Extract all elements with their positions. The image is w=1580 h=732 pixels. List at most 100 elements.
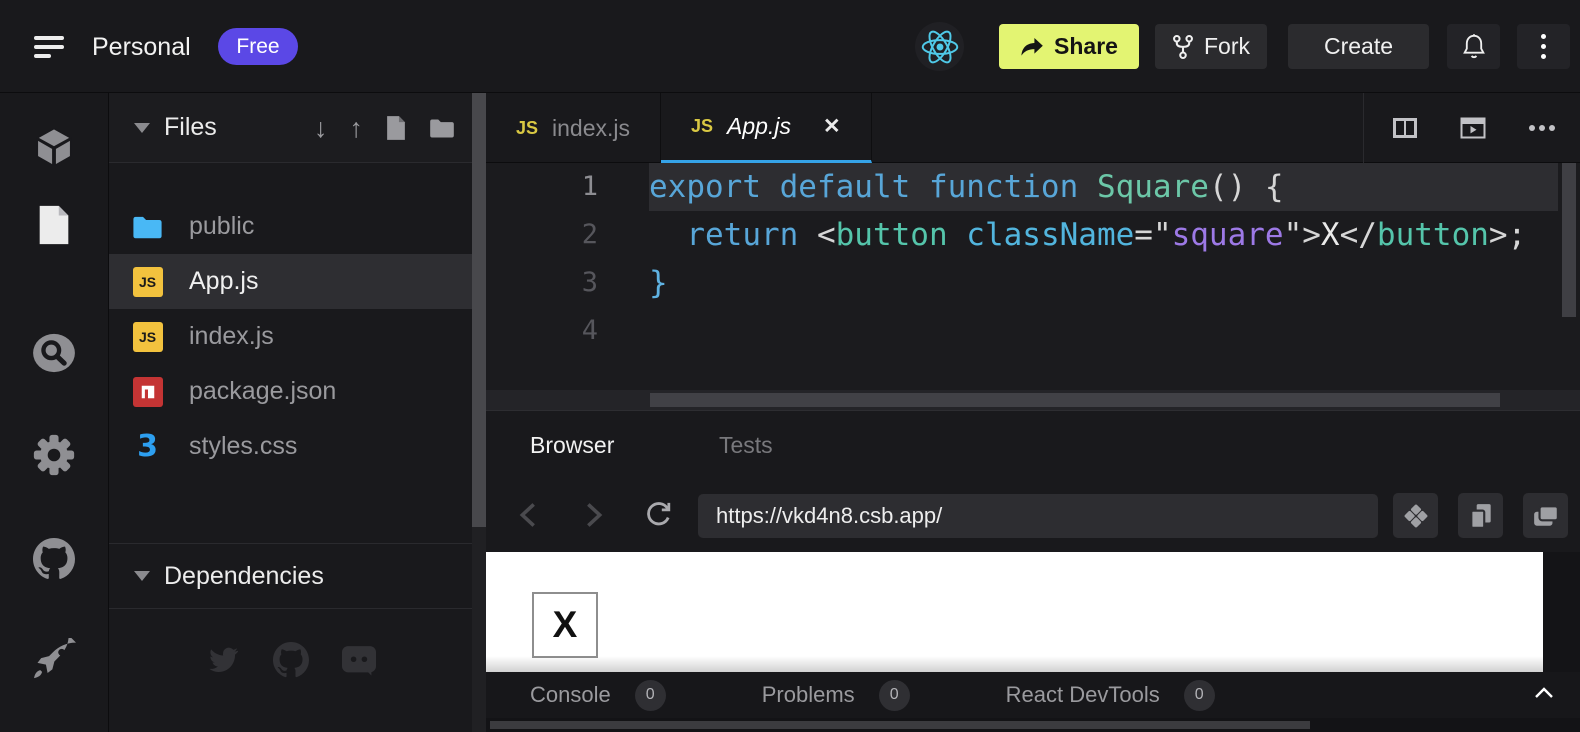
notifications-button[interactable] [1447,24,1500,69]
bell-icon [1462,33,1486,60]
search-icon[interactable] [32,331,76,375]
dependencies-section-title: Dependencies [164,562,324,591]
discord-icon[interactable] [340,641,378,679]
github-icon[interactable] [32,537,76,581]
file-item-public[interactable]: public [109,199,473,254]
files-section-title: Files [164,113,217,142]
code-line-3[interactable]: 3} [486,259,1558,307]
menu-icon[interactable] [34,36,64,58]
count-badge: 0 [1184,680,1215,711]
arrow-down-icon[interactable]: ↓ [314,113,328,144]
workspace-name[interactable]: Personal [92,33,191,62]
explorer-scrollbar-thumb[interactable] [472,93,486,527]
npm-icon [132,376,163,407]
folder-icon [132,211,163,242]
explorer-scrollbar[interactable] [472,93,486,732]
tab-label: index.js [552,115,630,142]
split-view-icon[interactable] [1392,117,1418,139]
file-name: public [189,212,254,241]
settings-gear-icon[interactable] [32,433,76,477]
share-button[interactable]: Share [999,24,1139,69]
sandbox-cube-icon[interactable] [32,125,76,169]
create-label: Create [1324,33,1393,60]
devtools-horizontal-scrollbar-thumb[interactable] [490,721,1310,729]
js-file-icon: JS [133,267,163,297]
devtools-tab-console[interactable]: Console0 [530,680,666,711]
tab-browser[interactable]: Browser [530,411,614,479]
editor-vertical-scrollbar[interactable] [1558,163,1580,390]
devtools-tabs: Console0Problems0React DevTools0 [486,680,1215,711]
file-list: public JS App.js JSindex.jspackage.json 3 sty… [109,199,473,474]
editor-toolbar [1363,93,1580,163]
editor-tab-bar: JS index.jsJS App.js ✕ [486,93,1580,163]
devtools-horizontal-scrollbar[interactable] [486,718,1580,732]
editor-tab-index.js[interactable]: JS index.js [486,93,661,163]
code-text: } [649,259,1558,307]
devtools-tab-react-devtools[interactable]: React DevTools 0 [1006,680,1215,711]
more-horizontal-icon[interactable] [1528,124,1556,132]
css-file-icon: 3 [137,429,158,464]
editor-tab-App.js[interactable]: JSApp.js✕ [661,93,872,163]
share-arrow-icon [1020,37,1044,57]
dependencies-section-header[interactable]: Dependencies [109,543,473,609]
file-name: App.js [189,267,258,296]
rocket-icon[interactable] [32,638,76,682]
create-button[interactable]: Create [1288,24,1429,69]
code-text: return <button className="square">X</but… [649,211,1558,259]
files-panel-icon[interactable] [32,203,76,247]
codesandbox-window: Personal Free Share [0,0,1580,732]
editor-horizontal-scrollbar[interactable] [486,390,1580,410]
duplicate-preview-icon[interactable] [1458,493,1503,538]
top-header: Personal Free Share [0,0,1580,93]
refresh-icon[interactable] [638,495,678,535]
js-tab-icon: JS [516,118,538,139]
fork-button[interactable]: Fork [1155,24,1267,69]
browser-navigation-bar [486,478,1580,552]
devtools-tab-label: Console [530,682,611,708]
file-explorer-panel: Files ↓ ↑ public JS App.js JSindex.jspackag… [108,93,472,732]
activity-rail [0,93,108,732]
plan-badge[interactable]: Free [218,28,298,65]
preview-gap [1543,552,1580,672]
chevron-up-icon[interactable] [1534,686,1554,705]
back-icon[interactable] [508,495,548,535]
js-icon: JS [132,266,163,297]
code-line-2[interactable]: 2 return <button className="square">X</b… [486,211,1558,259]
square-button[interactable]: X [532,592,598,658]
collapse-triangle-icon[interactable] [134,571,150,581]
devtools-tab-label: React DevTools [1006,682,1160,708]
file-item-package.json[interactable]: package.json [109,364,473,419]
code-editor[interactable]: 1export default function Square() {2 ret… [486,163,1580,390]
count-badge: 0 [879,680,910,711]
devtools-tab-problems[interactable]: Problems0 [762,680,910,711]
preview-window-icon[interactable] [1460,117,1486,139]
code-line-4[interactable]: 4 [486,307,1558,355]
devtools-bar: Console0Problems0React DevTools0 [486,672,1580,718]
fork-icon [1172,34,1194,60]
new-folder-icon[interactable] [429,117,455,139]
forward-icon[interactable] [574,495,614,535]
file-item-styles.css[interactable]: 3 styles.css [109,419,473,474]
file-name: styles.css [189,432,297,461]
github-link-icon[interactable] [272,641,310,679]
react-logo-icon [915,22,964,71]
open-new-window-icon[interactable] [1523,493,1568,538]
tab-label: App.js [727,113,791,140]
tab-tests[interactable]: Tests [719,411,773,479]
more-options-button[interactable] [1517,24,1570,69]
url-input[interactable] [698,494,1378,538]
collapse-triangle-icon[interactable] [134,123,150,133]
file-item-App.js[interactable]: JS App.js [109,254,473,309]
arrow-up-icon[interactable]: ↑ [350,113,364,144]
twitter-icon[interactable] [204,641,242,679]
files-section-header[interactable]: Files ↓ ↑ [109,93,473,163]
browser-preview: X [486,552,1543,672]
editor-horizontal-scrollbar-thumb[interactable] [650,393,1500,407]
layout-diamonds-icon[interactable] [1393,493,1438,538]
file-item-index.js[interactable]: JSindex.js [109,309,473,364]
editor-vertical-scrollbar-thumb[interactable] [1562,163,1576,317]
new-file-icon[interactable] [385,115,407,141]
code-line-1[interactable]: 1export default function Square() { [486,163,1558,211]
close-tab-icon[interactable]: ✕ [823,114,841,139]
npm-file-icon [133,377,163,407]
